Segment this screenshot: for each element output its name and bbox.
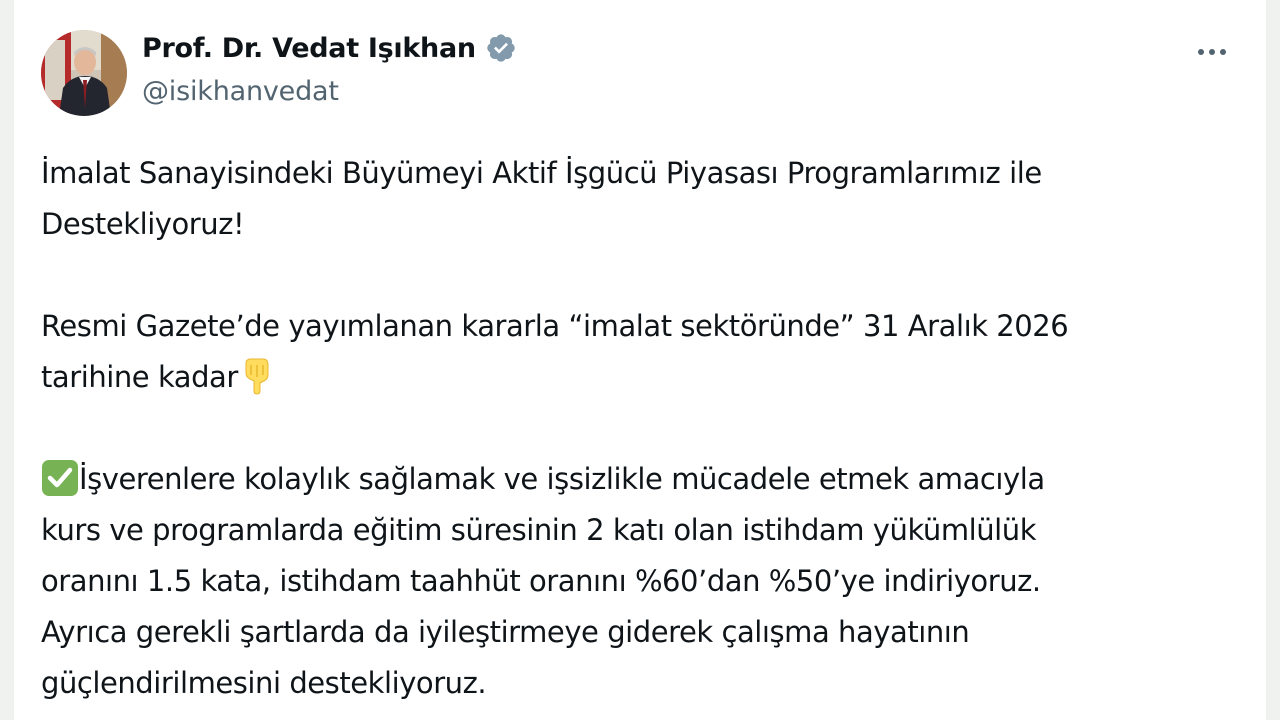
tweet-text-span: İşverenlere kolaylık sağlamak ve işsizli… — [79, 462, 1045, 496]
avatar[interactable] — [41, 30, 127, 116]
tweet-text-line: İşverenlere kolaylık sağlamak ve işsizli… — [41, 454, 1241, 505]
avatar-photo — [41, 30, 127, 116]
tweet-text-line: Resmi Gazete’de yayımlanan kararla “imal… — [41, 309, 1069, 343]
tweet-text: İmalat Sanayisindeki Büyümeyi Aktif İşgü… — [41, 148, 1241, 709]
author-row: Prof. Dr. Vedat Işıkhan — [142, 32, 517, 64]
tweet-text-span: tarihine kadar — [41, 360, 238, 394]
tweet-card: Prof. Dr. Vedat Işıkhan @isikhanvedat İm… — [14, 0, 1266, 720]
check-mark-button-icon — [41, 459, 79, 497]
tweet-text-line: İmalat Sanayisindeki Büyümeyi Aktif İşgü… — [41, 156, 1042, 190]
verified-badge-icon[interactable] — [485, 32, 517, 64]
tweet-text-line: Ayrıca gerekli şartlarda da iyileştirmey… — [41, 615, 970, 649]
backhand-index-pointing-down-icon — [238, 357, 274, 395]
tweet-text-line: Destekliyoruz! — [41, 207, 245, 241]
author-handle[interactable]: @isikhanvedat — [142, 76, 339, 107]
tweet-text-line: oranını 1.5 kata, istihdam taahhüt oranı… — [41, 564, 1041, 598]
tweet-text-line: güçlendirilmesini destekliyoruz. — [41, 666, 487, 700]
tweet-text-line: tarihine kadar — [41, 352, 1241, 403]
tweet-text-line: kurs ve programlarda eğitim süresinin 2 … — [41, 513, 1037, 547]
more-options-icon[interactable] — [1190, 34, 1234, 70]
author-display-name[interactable]: Prof. Dr. Vedat Işıkhan — [142, 33, 476, 64]
